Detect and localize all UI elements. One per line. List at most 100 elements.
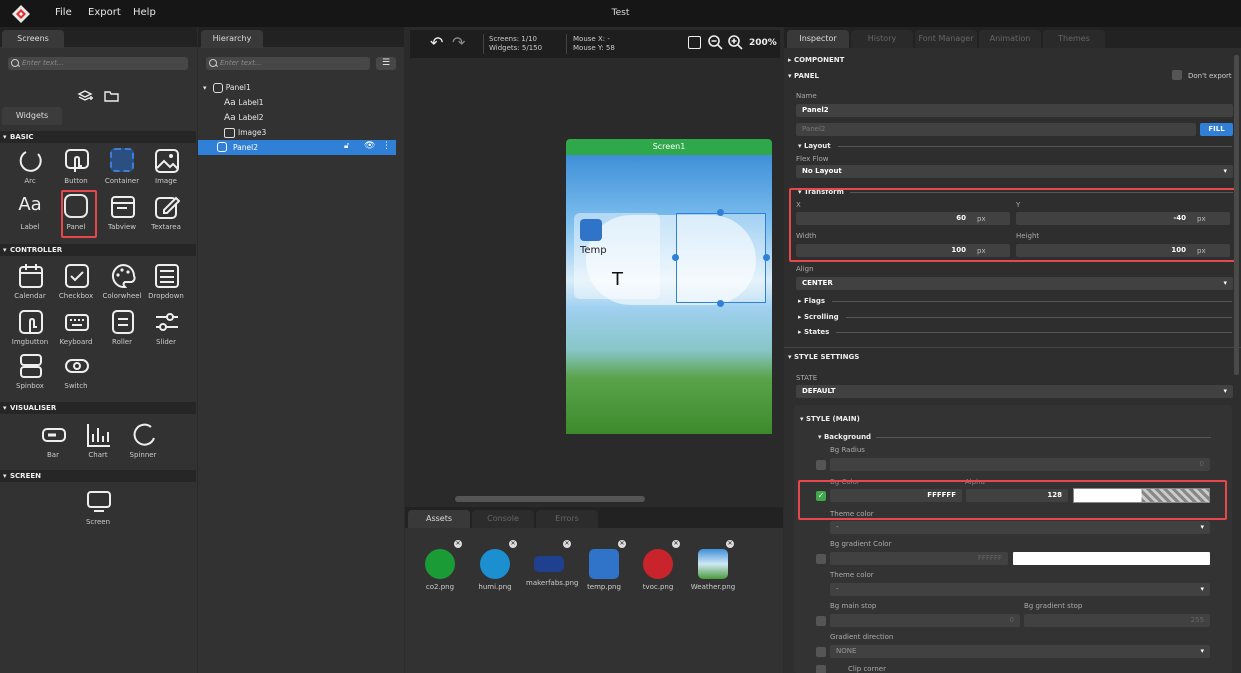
tab-errors[interactable]: Errors	[536, 510, 598, 528]
fill-button[interactable]: FILL	[1200, 123, 1233, 136]
resize-handle[interactable]	[672, 254, 679, 261]
tree-item-panel2-selected[interactable]: Panel2 🔓︎ 👁︎ ⋮	[198, 140, 396, 155]
widget-spinner[interactable]: Spinner	[120, 422, 166, 468]
section-controller[interactable]: CONTROLLER	[0, 244, 196, 256]
name-field-secondary[interactable]: Panel2	[796, 123, 1196, 136]
add-screen-icon[interactable]	[77, 89, 93, 103]
tab-hierarchy[interactable]: Hierarchy	[201, 30, 263, 48]
widget-tabview[interactable]: Tabview	[99, 194, 145, 240]
hierarchy-search-input[interactable]: Enter text...	[206, 57, 370, 70]
remove-asset-icon[interactable]: ✕	[509, 540, 517, 548]
horizontal-scrollbar[interactable]	[455, 496, 645, 502]
style-settings-section[interactable]: ▾ STYLE SETTINGS	[788, 353, 859, 361]
widget-spinbox[interactable]: Spinbox	[7, 353, 53, 399]
widget-label[interactable]: Aa Label	[7, 194, 53, 240]
tree-item-image3[interactable]: Image3	[224, 128, 266, 138]
tab-inspector[interactable]: Inspector	[787, 30, 849, 48]
panel-section[interactable]: ▾ PANEL	[788, 72, 819, 80]
widget-button[interactable]: Button	[53, 148, 99, 194]
tab-widgets[interactable]: Widgets	[2, 107, 62, 125]
widget-calendar[interactable]: Calendar	[7, 263, 53, 309]
widget-chart[interactable]: Chart	[75, 422, 121, 468]
remove-asset-icon[interactable]: ✕	[672, 540, 680, 548]
remove-asset-icon[interactable]: ✕	[618, 540, 626, 548]
widget-container[interactable]: Container	[99, 148, 145, 194]
widget-arc[interactable]: Arc	[7, 148, 53, 194]
widget-switch[interactable]: Switch	[53, 353, 99, 399]
widget-textarea[interactable]: Textarea	[143, 194, 189, 240]
asset-temp[interactable]: temp.png	[583, 549, 625, 591]
tree-item-label1[interactable]: Aa Label1	[224, 98, 264, 108]
zoom-level[interactable]: 200%	[749, 38, 777, 48]
component-section[interactable]: ▸ COMPONENT	[788, 56, 844, 64]
widget-colorwheel[interactable]: Colorwheel	[99, 263, 145, 309]
widget-checkbox[interactable]: Checkbox	[53, 263, 99, 309]
section-basic[interactable]: BASIC	[0, 131, 196, 143]
bg-main-stop-input[interactable]: 0	[830, 614, 1020, 627]
tab-screens[interactable]: Screens	[2, 30, 64, 48]
tab-font-manager[interactable]: Font Manager	[915, 30, 977, 48]
bg-radius-input[interactable]: 0	[830, 458, 1210, 471]
flex-flow-select[interactable]: No Layout ▾	[796, 165, 1233, 178]
remove-asset-icon[interactable]: ✕	[563, 540, 571, 548]
bg-grad-stop-input[interactable]: 255	[1024, 614, 1210, 627]
bg-stop-checkbox[interactable]	[816, 616, 826, 626]
scrolling-section[interactable]: ▸ Scrolling	[798, 313, 839, 321]
list-options-icon[interactable]: ☰	[376, 57, 396, 70]
inspector-scrollbar[interactable]	[1234, 55, 1239, 375]
grad-dir-select[interactable]: NONE ▾	[830, 645, 1210, 658]
eye-icon[interactable]: 👁︎	[364, 141, 375, 151]
bg-gradient-checkbox[interactable]	[816, 554, 826, 564]
state-select[interactable]: DEFAULT ▾	[796, 385, 1233, 398]
redo-icon[interactable]: ↷	[452, 33, 465, 52]
asset-weather[interactable]: Weather.png	[690, 549, 736, 591]
section-visualiser[interactable]: VISUALISER	[0, 402, 196, 414]
theme-color-select-2[interactable]: - ▾	[830, 583, 1210, 596]
widget-screen[interactable]: Screen	[75, 489, 121, 535]
clip-corner-checkbox[interactable]	[816, 665, 826, 673]
asset-co2[interactable]: co2.png	[419, 549, 461, 591]
tab-console[interactable]: Console	[472, 510, 534, 528]
folder-icon[interactable]	[104, 90, 119, 102]
asset-makerfabs[interactable]: makerfabs.png	[526, 549, 579, 587]
screen-header[interactable]: Screen1	[566, 139, 772, 155]
resize-handle[interactable]	[763, 254, 770, 261]
remove-asset-icon[interactable]: ✕	[454, 540, 462, 548]
resize-handle[interactable]	[717, 300, 724, 307]
remove-asset-icon[interactable]: ✕	[726, 540, 734, 548]
tab-history[interactable]: History	[851, 30, 913, 48]
theme-color-select[interactable]: - ▾	[830, 521, 1210, 534]
asset-tvoc[interactable]: tvoc.png	[637, 549, 679, 591]
tab-assets[interactable]: Assets	[408, 510, 470, 528]
widget-roller[interactable]: Roller	[99, 309, 145, 355]
tree-item-panel1[interactable]: ▾ Panel1	[203, 83, 251, 93]
bg-gradient-input[interactable]: FFFFFF	[830, 552, 1008, 565]
style-main-section[interactable]: ▾ STYLE (MAIN)	[800, 415, 860, 423]
section-screen[interactable]: SCREEN	[0, 470, 196, 482]
panel2-preview[interactable]	[676, 213, 766, 303]
asset-humi[interactable]: humi.png	[474, 549, 516, 591]
align-select[interactable]: CENTER ▾	[796, 277, 1233, 290]
more-options-icon[interactable]: ⋮	[382, 141, 391, 151]
states-section[interactable]: ▸ States	[798, 328, 829, 336]
screen-preview[interactable]: Temp T	[566, 155, 772, 434]
widget-keyboard[interactable]: Keyboard	[53, 309, 99, 355]
tab-animation[interactable]: Animation	[979, 30, 1041, 48]
tab-themes[interactable]: Themes	[1043, 30, 1105, 48]
zoom-in-icon[interactable]	[728, 35, 743, 50]
background-section[interactable]: ▾ Background	[818, 433, 871, 441]
fit-screen-icon[interactable]	[688, 36, 701, 49]
widget-imgbutton[interactable]: Imgbutton	[7, 309, 53, 355]
flags-section[interactable]: ▸ Flags	[798, 297, 825, 305]
undo-icon[interactable]: ↶	[430, 33, 443, 52]
name-input[interactable]: Panel2	[796, 104, 1233, 117]
zoom-out-icon[interactable]	[708, 35, 723, 50]
grad-dir-checkbox[interactable]	[816, 647, 826, 657]
dont-export-checkbox[interactable]	[1172, 70, 1182, 80]
bg-radius-checkbox[interactable]	[816, 460, 826, 470]
resize-handle[interactable]	[717, 209, 724, 216]
panel1-preview[interactable]: Temp T	[574, 213, 660, 299]
screens-search-input[interactable]: Enter text...	[8, 57, 188, 70]
layout-section[interactable]: ▾ Layout	[798, 142, 831, 150]
bg-gradient-swatch[interactable]	[1013, 552, 1210, 565]
